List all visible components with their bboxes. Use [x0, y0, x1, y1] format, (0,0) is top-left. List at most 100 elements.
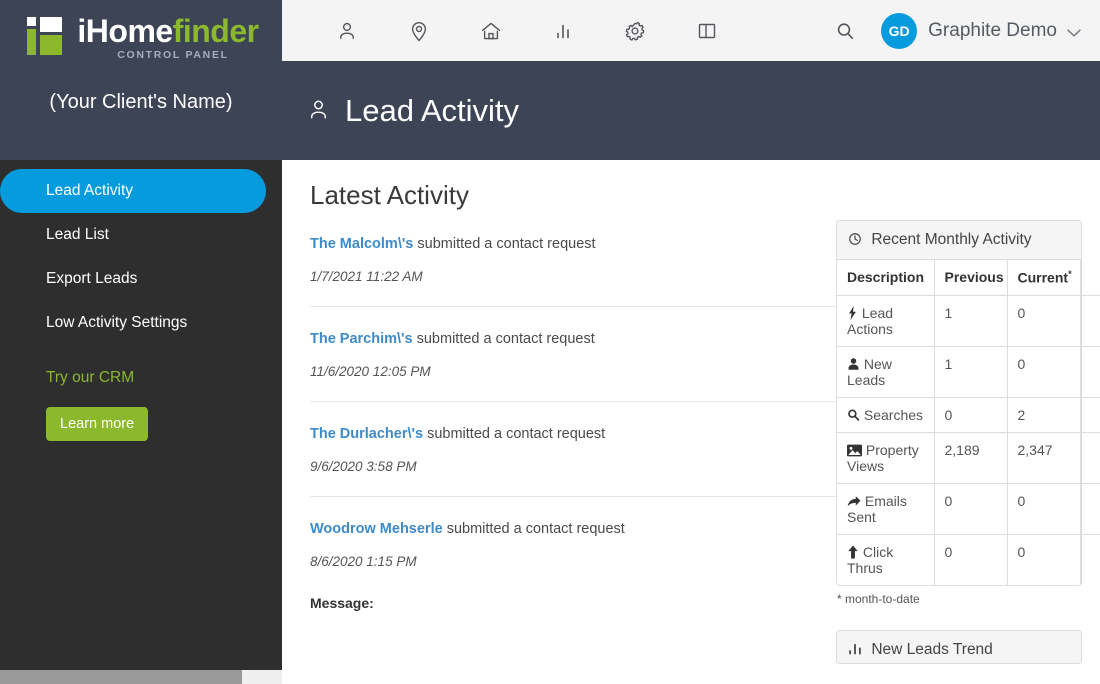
top-navigation-bar: GD Graphite Demo: [282, 0, 1100, 61]
sidebar-item-lead-activity[interactable]: Lead Activity: [0, 169, 266, 213]
activity-lead-link[interactable]: The Durlacher\'s: [310, 426, 423, 442]
sidebar-item-export-leads[interactable]: Export Leads: [0, 257, 282, 301]
table-header-row: Description Previous Current*: [837, 260, 1100, 296]
application-window: iHomefinder CONTROL PANEL (Your Client's…: [0, 0, 1100, 684]
row-spacer: [1080, 483, 1100, 535]
ihomefinder-logo-icon: [27, 17, 71, 55]
activity-lead-link[interactable]: The Malcolm\'s: [310, 236, 413, 252]
nav-home-button[interactable]: [455, 0, 527, 61]
learn-more-button[interactable]: Learn more: [46, 407, 149, 441]
sidebar-navigation: Lead Activity Lead List Export Leads Low…: [0, 160, 282, 345]
row-spacer: [1080, 295, 1100, 347]
person-icon: [305, 96, 332, 128]
table-row: Click Thrus 0 0: [837, 534, 1100, 585]
row-description: Click Thrus: [837, 534, 935, 585]
sidebar: iHomefinder CONTROL PANEL (Your Client's…: [0, 0, 282, 684]
row-current: 0: [1007, 483, 1081, 535]
search-icon: [847, 407, 864, 423]
nav-person-button[interactable]: [311, 0, 383, 61]
row-spacer: [1080, 432, 1100, 484]
row-description: Searches: [837, 397, 935, 433]
clock-icon: [848, 231, 866, 248]
user-icon: [847, 356, 864, 372]
activity-list-item: The Durlacher\'s submitted a contact req…: [310, 401, 838, 496]
panel-header: New Leads Trend: [837, 630, 1081, 663]
activity-lead-link[interactable]: Woodrow Mehserle: [310, 521, 443, 537]
table-row: Searches 0 2: [837, 397, 1100, 433]
sidebar-item-label: Lead List: [46, 226, 109, 243]
section-title: Latest Activity: [310, 180, 469, 210]
row-previous: 1: [934, 346, 1008, 398]
monthly-activity-table: Description Previous Current* Lead Actio…: [837, 260, 1100, 585]
panel-header: Recent Monthly Activity: [837, 221, 1081, 260]
row-current: 2: [1007, 397, 1081, 433]
table-row: Lead Actions 1 0: [837, 295, 1100, 347]
sidebar-scrollbar-thumb[interactable]: [0, 670, 242, 684]
nav-panel-layout-button[interactable]: [671, 0, 743, 61]
activity-action: submitted a contact request: [427, 426, 606, 442]
panel-layout-icon: [698, 23, 716, 38]
sidebar-horizontal-scrollbar[interactable]: [0, 670, 282, 684]
activity-timestamp: 1/7/2021 11:22 AM: [310, 269, 423, 284]
footnote-marker: *: [1068, 269, 1072, 279]
activity-action: submitted a contact request: [446, 521, 625, 537]
panel-footnote: * month-to-date: [837, 591, 920, 606]
activity-line: The Parchim\'s submitted a contact reque…: [310, 331, 838, 347]
row-spacer: [1080, 534, 1100, 585]
table-row: Emails Sent 0 0: [837, 483, 1100, 535]
right-panel-column: Recent Monthly Activity Description Prev…: [836, 220, 1100, 664]
row-previous: 1: [934, 295, 1008, 347]
recent-monthly-activity-panel: Recent Monthly Activity Description Prev…: [836, 220, 1100, 586]
sidebar-item-label: Lead Activity: [46, 182, 134, 199]
avatar[interactable]: GD: [881, 12, 918, 49]
search-button[interactable]: [823, 9, 867, 53]
column-header-current-label: Current: [1017, 269, 1069, 286]
row-description: New Leads: [837, 346, 935, 398]
column-header-description: Description: [837, 260, 935, 296]
row-previous: 0: [934, 483, 1008, 535]
sidebar-item-low-activity-settings[interactable]: Low Activity Settings: [0, 301, 282, 345]
top-bar-account-area: GD Graphite Demo: [823, 9, 1100, 53]
image-icon: [847, 442, 866, 458]
sidebar-header: iHomefinder CONTROL PANEL (Your Client's…: [0, 0, 282, 160]
row-current: 0: [1007, 534, 1081, 585]
activity-message-label: Message:: [310, 595, 374, 611]
new-leads-trend-panel: New Leads Trend: [836, 629, 1082, 664]
chevron-down-icon[interactable]: [1066, 25, 1082, 43]
gear-icon: [625, 21, 645, 41]
panel-title: Recent Monthly Activity: [871, 231, 1032, 248]
account-name[interactable]: Graphite Demo: [928, 20, 1057, 42]
logo-text-primary: iHome: [77, 13, 173, 49]
sidebar-item-lead-list[interactable]: Lead List: [0, 213, 282, 257]
row-spacer: [1080, 346, 1100, 398]
row-description-label: Searches: [863, 406, 924, 423]
row-previous: 2,189: [934, 432, 1008, 484]
sidebar-item-label: Export Leads: [46, 270, 138, 287]
row-current: 0: [1007, 295, 1081, 347]
activity-lead-link[interactable]: The Parchim\'s: [310, 331, 413, 347]
logo-text-accent: finder: [172, 13, 259, 49]
activity-timestamp: 9/6/2020 3:58 PM: [310, 459, 417, 474]
share-icon: [847, 493, 865, 509]
client-name: (Your Client's Name): [49, 91, 233, 113]
activity-action: submitted a contact request: [416, 331, 595, 347]
column-header-previous: Previous: [934, 260, 1008, 296]
row-previous: 0: [934, 397, 1008, 433]
nav-bar-chart-button[interactable]: [527, 0, 599, 61]
home-icon: [481, 22, 501, 39]
logo-subtitle: CONTROL PANEL: [117, 49, 229, 61]
column-header-spacer: [1080, 260, 1100, 296]
latest-activity-section: Latest Activity The Malcolm\'s submitted…: [310, 160, 838, 633]
activity-timestamp: 11/6/2020 12:05 PM: [310, 364, 431, 379]
nav-map-pin-button[interactable]: [383, 0, 455, 61]
row-current: 2,347: [1007, 432, 1081, 484]
activity-list-item: The Malcolm\'s submitted a contact reque…: [310, 221, 838, 306]
bolt-icon: [847, 305, 862, 321]
panel-title: New Leads Trend: [871, 640, 993, 658]
nav-settings-button[interactable]: [599, 0, 671, 61]
brand-logo[interactable]: iHomefinder CONTROL PANEL: [0, 14, 282, 61]
row-description: Emails Sent: [837, 483, 935, 535]
row-previous: 0: [934, 534, 1008, 585]
activity-line: The Durlacher\'s submitted a contact req…: [310, 426, 838, 442]
activity-line: The Malcolm\'s submitted a contact reque…: [310, 236, 838, 252]
